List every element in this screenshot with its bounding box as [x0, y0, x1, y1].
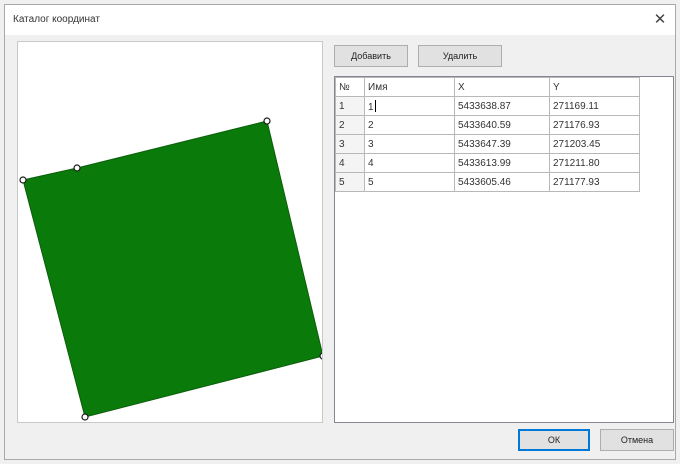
- column-header-x[interactable]: X: [454, 77, 550, 97]
- text-caret: [374, 99, 376, 112]
- row-number[interactable]: 2: [335, 115, 365, 135]
- title-bar: Каталог координат ✕: [5, 5, 675, 35]
- ok-button[interactable]: ОК: [518, 429, 590, 451]
- vertex-point-2[interactable]: [73, 164, 81, 172]
- row-number[interactable]: 5: [335, 172, 365, 192]
- x-cell[interactable]: 5433638.87: [454, 96, 550, 116]
- table-row: 1 1 5433638.87 271169.11: [335, 96, 640, 116]
- vertex-point-1[interactable]: [19, 176, 27, 184]
- x-cell[interactable]: 5433613.99: [454, 153, 550, 173]
- y-cell[interactable]: 271169.11: [549, 96, 640, 116]
- table-row: 5 5 5433605.46 271177.93: [335, 172, 640, 192]
- name-cell[interactable]: 2: [364, 115, 455, 135]
- name-value: 1: [368, 101, 374, 113]
- column-header-number[interactable]: №: [335, 77, 365, 97]
- y-cell[interactable]: 271211.80: [549, 153, 640, 173]
- polygon-canvas: [19, 117, 323, 421]
- x-cell[interactable]: 5433605.46: [454, 172, 550, 192]
- coordinate-catalog-dialog: Каталог координат ✕ Добавить Удалить № И…: [4, 4, 676, 460]
- row-number[interactable]: 4: [335, 153, 365, 173]
- name-cell[interactable]: 1: [364, 96, 455, 116]
- coordinates-table: № Имя X Y 1 1 5433638.87 271169.11 2 2 5…: [335, 77, 640, 192]
- table-row: 2 2 5433640.59 271176.93: [335, 115, 640, 135]
- vertex-point-5[interactable]: [81, 413, 89, 421]
- x-cell[interactable]: 5433647.39: [454, 134, 550, 154]
- name-cell[interactable]: 5: [364, 172, 455, 192]
- y-cell[interactable]: 271176.93: [549, 115, 640, 135]
- x-cell[interactable]: 5433640.59: [454, 115, 550, 135]
- dialog-title: Каталог координат: [13, 14, 100, 25]
- name-cell[interactable]: 3: [364, 134, 455, 154]
- table-row: 4 4 5433613.99 271211.80: [335, 153, 640, 173]
- column-header-name[interactable]: Имя: [364, 77, 455, 97]
- row-number[interactable]: 3: [335, 134, 365, 154]
- y-cell[interactable]: 271203.45: [549, 134, 640, 154]
- parcel-polygon: [22, 120, 322, 418]
- name-cell[interactable]: 4: [364, 153, 455, 173]
- close-icon[interactable]: ✕: [649, 9, 671, 31]
- column-header-y[interactable]: Y: [549, 77, 640, 97]
- table-header-row: № Имя X Y: [335, 77, 640, 97]
- coordinates-grid: № Имя X Y 1 1 5433638.87 271169.11 2 2 5…: [334, 76, 674, 423]
- table-row: 3 3 5433647.39 271203.45: [335, 134, 640, 154]
- vertex-point-4[interactable]: [319, 352, 323, 360]
- delete-button[interactable]: Удалить: [418, 45, 502, 67]
- polygon-preview: [17, 41, 323, 423]
- row-number[interactable]: 1: [335, 96, 365, 116]
- add-button[interactable]: Добавить: [334, 45, 408, 67]
- y-cell[interactable]: 271177.93: [549, 172, 640, 192]
- cancel-button[interactable]: Отмена: [600, 429, 674, 451]
- vertex-point-3[interactable]: [263, 117, 271, 125]
